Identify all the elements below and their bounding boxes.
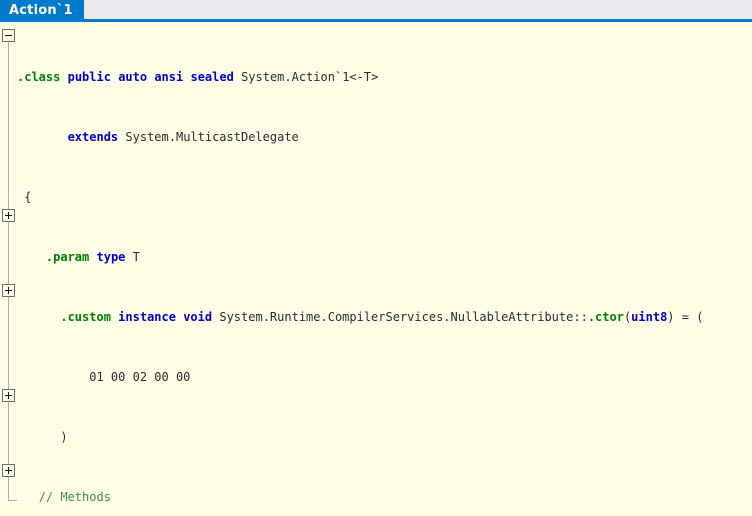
expand-plus-icon-endinvoke[interactable] (2, 464, 15, 477)
code-line: ) (60, 430, 68, 444)
outline-guide-line (8, 38, 9, 501)
tab-bar: Action`1 (0, 0, 752, 22)
code-line: { (24, 190, 32, 204)
code-line: .custom instance void System.Runtime.Com… (60, 310, 704, 324)
code-line: .class public auto ansi sealed System.Ac… (17, 70, 379, 84)
code-line: // Methods (38, 490, 111, 504)
tab-action1[interactable]: Action`1 (0, 0, 84, 22)
outline-guide-elbow (8, 500, 17, 501)
collapse-minus-icon-class[interactable] (2, 29, 15, 42)
tab-label: Action`1 (9, 3, 73, 18)
code-line: .param type T (45, 250, 140, 264)
code-line: extends System.MulticastDelegate (67, 130, 299, 144)
code-editor[interactable]: .class public auto ansi sealed System.Ac… (0, 25, 752, 516)
expand-plus-icon-ctor[interactable] (2, 209, 15, 222)
expand-plus-icon-begininvoke[interactable] (2, 389, 15, 402)
code-content: .class public auto ansi sealed System.Ac… (17, 25, 752, 516)
il-viewer-window: Action`1 .class public auto ansi sealed … (0, 0, 752, 516)
expand-plus-icon-invoke[interactable] (2, 284, 15, 297)
outlining-gutter[interactable] (0, 25, 17, 516)
code-line: 01 00 02 00 00 (89, 370, 191, 384)
